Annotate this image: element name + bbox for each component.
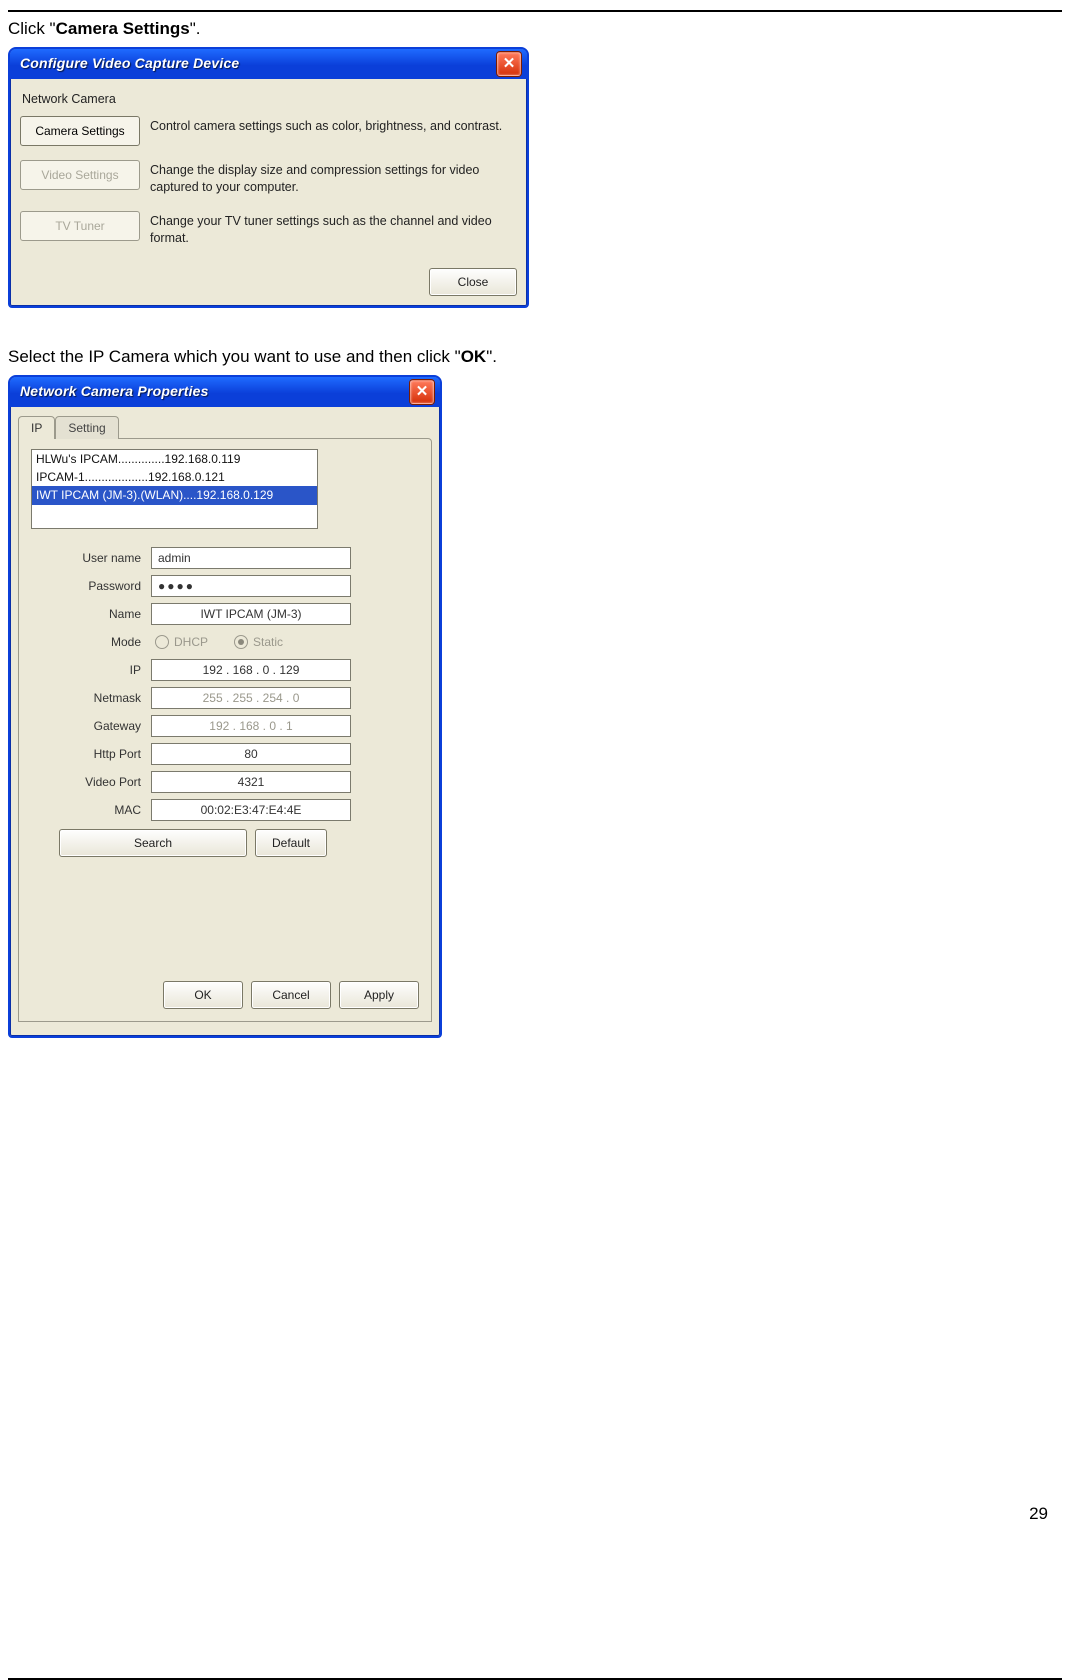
tab-ip[interactable]: IP — [18, 416, 55, 439]
field-label: Http Port — [31, 746, 151, 762]
ip-input[interactable]: 192 . 168 . 0 . 129 — [151, 659, 351, 681]
list-item[interactable]: HLWu's IPCAM..............192.168.0.119 — [32, 450, 317, 468]
mode-dhcp-radio: DHCP — [155, 634, 208, 650]
window-title: Network Camera Properties — [20, 382, 209, 401]
settings-row: TV Tuner Change your TV tuner settings s… — [20, 211, 517, 248]
password-input[interactable]: ●●●● — [151, 575, 351, 597]
field-label: IP — [31, 662, 151, 678]
settings-description: Change your TV tuner settings such as th… — [150, 211, 517, 248]
search-button[interactable]: Search — [59, 829, 247, 857]
field-label: Video Port — [31, 774, 151, 790]
tab-setting[interactable]: Setting — [55, 416, 118, 439]
field-label: Mode — [31, 634, 151, 650]
settings-description: Change the display size and compression … — [150, 160, 517, 197]
list-item[interactable]: IPCAM-1...................192.168.0.121 — [32, 468, 317, 486]
camera-settings-button[interactable]: Camera Settings — [20, 116, 140, 146]
field-label: Name — [31, 606, 151, 622]
default-button[interactable]: Default — [255, 829, 327, 857]
instruction-2: Select the IP Camera which you want to u… — [8, 346, 1062, 369]
tab-strip: IP Setting — [18, 415, 436, 438]
caption-text: ". — [486, 347, 497, 366]
name-input[interactable]: IWT IPCAM (JM-3) — [151, 603, 351, 625]
settings-row: Camera Settings Control camera settings … — [20, 116, 517, 146]
caption-bold: Camera Settings — [56, 19, 190, 38]
username-input[interactable]: admin — [151, 547, 351, 569]
close-icon[interactable]: ✕ — [410, 380, 434, 404]
gateway-input: 192 . 168 . 0 . 1 — [151, 715, 351, 737]
title-bar[interactable]: Network Camera Properties ✕ — [10, 377, 440, 407]
form-grid: User name admin Password ●●●● Name IWT I… — [31, 547, 419, 857]
field-label: MAC — [31, 802, 151, 818]
title-bar[interactable]: Configure Video Capture Device ✕ — [10, 49, 527, 79]
mid-button-row: Search Default — [59, 829, 419, 857]
caption-text: Click " — [8, 19, 56, 38]
field-label: Password — [31, 578, 151, 594]
ok-button[interactable]: OK — [163, 981, 243, 1009]
dialog-network-camera-properties: Network Camera Properties ✕ IP Setting H… — [8, 375, 442, 1038]
cancel-button[interactable]: Cancel — [251, 981, 331, 1009]
dialog-body: Network Camera Camera Settings Control c… — [10, 79, 527, 306]
radio-label: DHCP — [174, 634, 208, 650]
window-title: Configure Video Capture Device — [20, 54, 239, 73]
http-port-input[interactable]: 80 — [151, 743, 351, 765]
caption-text: ". — [190, 19, 201, 38]
radio-label: Static — [253, 634, 283, 650]
dialog-body: IP Setting HLWu's IPCAM..............192… — [10, 407, 440, 1036]
field-label: User name — [31, 550, 151, 566]
settings-description: Control camera settings such as color, b… — [150, 116, 517, 136]
mode-radio-group: DHCP Static — [151, 631, 283, 653]
mode-static-radio: Static — [234, 634, 283, 650]
top-rule — [8, 10, 1062, 12]
camera-listbox[interactable]: HLWu's IPCAM..............192.168.0.119 … — [31, 449, 318, 529]
close-icon[interactable]: ✕ — [497, 52, 521, 76]
dialog-bottom-buttons: OK Cancel Apply — [31, 971, 419, 1009]
dialog-configure-video-capture: Configure Video Capture Device ✕ Network… — [8, 47, 529, 308]
video-port-input[interactable]: 4321 — [151, 771, 351, 793]
list-item-selected[interactable]: IWT IPCAM (JM-3).(WLAN)....192.168.0.129 — [32, 486, 317, 504]
close-button[interactable]: Close — [429, 268, 517, 296]
netmask-input: 255 . 255 . 254 . 0 — [151, 687, 351, 709]
document-page: Click "Camera Settings". Configure Video… — [0, 10, 1070, 1538]
caption-bold: OK — [461, 347, 487, 366]
apply-button[interactable]: Apply — [339, 981, 419, 1009]
settings-row: Video Settings Change the display size a… — [20, 160, 517, 197]
section-heading: Network Camera — [22, 91, 517, 108]
video-settings-button: Video Settings — [20, 160, 140, 190]
caption-text: Select the IP Camera which you want to u… — [8, 347, 461, 366]
field-label: Netmask — [31, 690, 151, 706]
instruction-1: Click "Camera Settings". — [8, 18, 1062, 41]
tab-panel: HLWu's IPCAM..............192.168.0.119 … — [18, 438, 432, 1022]
field-label: Gateway — [31, 718, 151, 734]
page-number: 29 — [1029, 1503, 1048, 1526]
tv-tuner-button: TV Tuner — [20, 211, 140, 241]
mac-input[interactable]: 00:02:E3:47:E4:4E — [151, 799, 351, 821]
dialog-footer: Close — [20, 262, 517, 296]
